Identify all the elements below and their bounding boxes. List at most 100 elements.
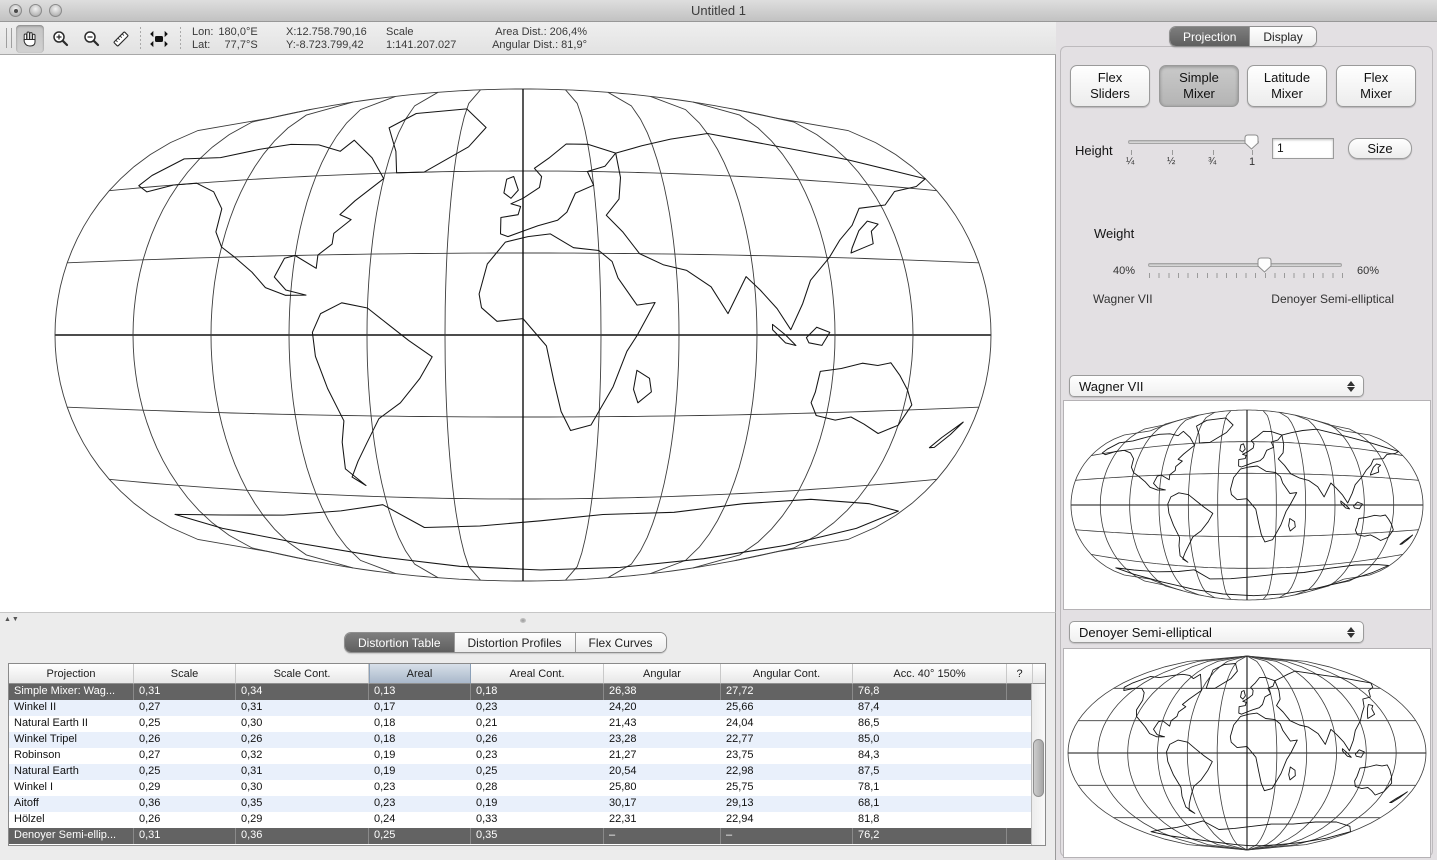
- scrollbar-thumb[interactable]: [1033, 739, 1044, 797]
- column-header-areal-cont-[interactable]: Areal Cont.: [471, 664, 604, 684]
- value-cell: 0,31: [236, 764, 369, 780]
- column-header-angular-cont-[interactable]: Angular Cont.: [721, 664, 853, 684]
- pane-splitter[interactable]: ▲▼: [0, 612, 1056, 630]
- height-tick: [1131, 150, 1132, 155]
- height-value-field[interactable]: 1: [1272, 138, 1334, 159]
- value-cell: 22,98: [721, 764, 853, 780]
- measure-tool-button[interactable]: [107, 25, 135, 53]
- value-cell: 25,80: [604, 780, 721, 796]
- map-canvas-area[interactable]: [0, 55, 1056, 612]
- value-cell: 0,27: [134, 748, 236, 764]
- column-header-areal[interactable]: Areal: [369, 664, 471, 684]
- simple-mixer-button[interactable]: SimpleMixer: [1159, 65, 1239, 107]
- splitter-collapse-arrows-icon[interactable]: ▲▼: [4, 616, 20, 623]
- toolbar-separator: [140, 27, 141, 51]
- lonlat-readout: Lon:180,0°E Lat:77,7°S: [192, 26, 258, 52]
- projection-name-cell: Winkel I: [9, 780, 134, 796]
- value-cell: 0,34: [236, 684, 369, 700]
- height-tick-label: 1: [1249, 156, 1255, 168]
- title-bar[interactable]: Untitled 1: [0, 0, 1437, 22]
- table-row[interactable]: Natural Earth II0,250,300,180,2121,4324,…: [9, 716, 1045, 732]
- latitude-mixer-button[interactable]: LatitudeMixer: [1247, 65, 1327, 107]
- value-cell: 0,23: [471, 700, 604, 716]
- toolbar-drag-handle[interactable]: [6, 28, 12, 48]
- flex-mixer-button[interactable]: FlexMixer: [1336, 65, 1416, 107]
- value-cell: 0,33: [471, 812, 604, 828]
- column-header-scale-cont-[interactable]: Scale Cont.: [236, 664, 369, 684]
- value-cell: 0,23: [369, 780, 471, 796]
- table-row[interactable]: Winkel I0,290,300,230,2825,8025,7578,1: [9, 780, 1045, 796]
- value-cell: 27,72: [721, 684, 853, 700]
- table-row[interactable]: Winkel Tripel0,260,260,180,2623,2822,778…: [9, 732, 1045, 748]
- world-map[interactable]: [0, 55, 1056, 612]
- value-cell: 0,19: [471, 796, 604, 812]
- projection-dropdown-bottom[interactable]: Denoyer Semi-elliptical: [1069, 621, 1364, 643]
- panel-tab-bar: Projection Display: [1169, 26, 1317, 47]
- height-tick-label: ½: [1167, 156, 1175, 167]
- projection-name-cell: Winkel Tripel: [9, 732, 134, 748]
- height-slider-thumb[interactable]: [1244, 134, 1259, 150]
- wagner-vii-preview-map: [1064, 401, 1430, 609]
- projection-dropdown-top[interactable]: Wagner VII: [1069, 375, 1364, 397]
- value-cell: 68,1: [853, 796, 1007, 812]
- hand-tool-button[interactable]: [16, 25, 44, 53]
- table-row[interactable]: Robinson0,270,320,190,2321,2723,7584,3: [9, 748, 1045, 764]
- weight-left-projection-label: Wagner VII: [1093, 292, 1153, 306]
- table-row[interactable]: Hölzel0,260,290,240,3322,3122,9481,8: [9, 812, 1045, 828]
- value-cell: 0,27: [134, 700, 236, 716]
- weight-slider[interactable]: [1148, 263, 1342, 267]
- tab-distortion-table[interactable]: Distortion Table: [345, 633, 455, 652]
- table-row[interactable]: Simple Mixer: Wag...0,310,340,130,1826,3…: [9, 684, 1045, 700]
- value-cell: 0,21: [471, 716, 604, 732]
- value-cell: 78,1: [853, 780, 1007, 796]
- table-row[interactable]: Aitoff0,360,350,230,1930,1729,1368,1: [9, 796, 1045, 812]
- tab-display[interactable]: Display: [1250, 27, 1315, 46]
- value-cell: 26,38: [604, 684, 721, 700]
- projection-name-cell: Robinson: [9, 748, 134, 764]
- value-cell: 0,29: [236, 812, 369, 828]
- size-button[interactable]: Size: [1348, 138, 1412, 159]
- distortion-table: ProjectionScaleScale Cont.ArealAreal Con…: [8, 663, 1046, 846]
- projection-name-cell: Denoyer Semi-ellip...: [9, 828, 134, 844]
- zoom-in-icon: [51, 29, 71, 49]
- value-cell: 87,4: [853, 700, 1007, 716]
- value-cell: 84,3: [853, 748, 1007, 764]
- area-dist-value: Area Dist.: 206,4%: [462, 26, 587, 39]
- zoom-in-tool-button[interactable]: [47, 25, 75, 53]
- tab-distortion-profiles[interactable]: Distortion Profiles: [455, 633, 576, 652]
- weight-slider-thumb[interactable]: [1257, 257, 1272, 273]
- height-tick-label: ¼: [1126, 156, 1134, 167]
- value-cell: 0,32: [236, 748, 369, 764]
- column-header-projection[interactable]: Projection: [9, 664, 134, 684]
- value-cell: 20,54: [604, 764, 721, 780]
- value-cell: 0,19: [369, 748, 471, 764]
- table-row[interactable]: Winkel II0,270,310,170,2324,2025,6687,4: [9, 700, 1045, 716]
- column-header-acc-40-150-[interactable]: Acc. 40° 150%: [853, 664, 1007, 684]
- table-row[interactable]: Natural Earth0,250,310,190,2520,5422,988…: [9, 764, 1045, 780]
- projection-panel: Projection Display FlexSliders SimpleMix…: [1056, 22, 1437, 860]
- weight-right-projection-label: Denoyer Semi-elliptical: [1246, 292, 1394, 306]
- weight-tick-row: [1149, 273, 1343, 278]
- table-row[interactable]: Denoyer Semi-ellip...0,310,360,250,35––7…: [9, 828, 1045, 844]
- height-label: Height: [1075, 143, 1113, 158]
- table-help-button[interactable]: ?: [1007, 664, 1033, 684]
- table-vertical-scrollbar[interactable]: [1031, 684, 1045, 845]
- value-cell: 21,27: [604, 748, 721, 764]
- splitter-grip-icon[interactable]: [520, 618, 526, 623]
- value-cell: 0,31: [236, 700, 369, 716]
- zoom-out-tool-button[interactable]: [78, 25, 106, 53]
- projection-name-cell: Simple Mixer: Wag...: [9, 684, 134, 700]
- value-cell: 25,66: [721, 700, 853, 716]
- column-header-scale[interactable]: Scale: [134, 664, 236, 684]
- value-cell: 81,8: [853, 812, 1007, 828]
- projection-name-cell: Natural Earth II: [9, 716, 134, 732]
- map-toolbar: Lon:180,0°E Lat:77,7°S X:12.758.790,16 Y…: [0, 22, 1056, 55]
- flex-sliders-button[interactable]: FlexSliders: [1070, 65, 1150, 107]
- height-slider[interactable]: [1128, 140, 1259, 144]
- tab-flex-curves[interactable]: Flex Curves: [576, 633, 666, 652]
- app-window: Untitled 1: [0, 0, 1437, 860]
- tab-projection[interactable]: Projection: [1170, 27, 1250, 46]
- fit-view-tool-button[interactable]: [145, 25, 173, 53]
- column-header-angular[interactable]: Angular: [604, 664, 721, 684]
- weight-max-label: 60%: [1357, 265, 1379, 277]
